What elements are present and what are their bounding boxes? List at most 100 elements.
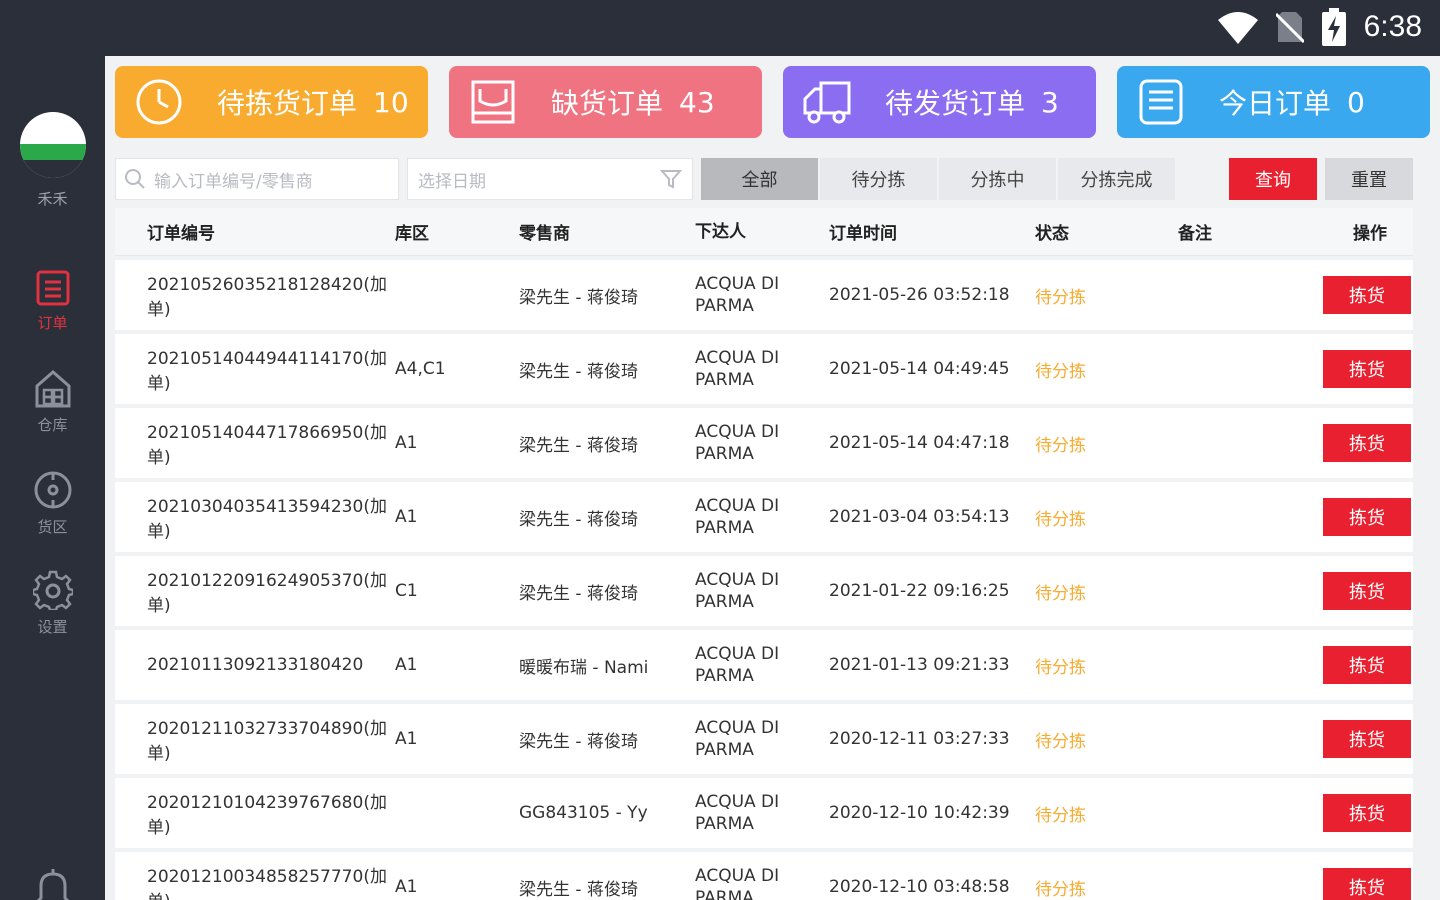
sidebar-item-label: 仓库 bbox=[37, 416, 68, 434]
table-row[interactable]: 20210514044944114170(加单) A4,C1 梁先生 - 蒋俊琦… bbox=[115, 334, 1413, 404]
sidebar-item-warehouse[interactable]: 仓库 bbox=[0, 368, 105, 435]
order-status: 待分拣 bbox=[1035, 879, 1086, 900]
card-pending-ship[interactable]: 待发货订单 3 bbox=[783, 66, 1096, 138]
tab-pending[interactable]: 待分拣 bbox=[820, 158, 937, 200]
card-count: 0 bbox=[1347, 85, 1365, 119]
tab-done[interactable]: 分拣完成 bbox=[1058, 158, 1175, 200]
table-row[interactable]: 20210514044717866950(加单) A1 梁先生 - 蒋俊琦 AC… bbox=[115, 408, 1413, 478]
table-header: 订单编号 库区 零售商 下达人 订单时间 状态 备注 操作 bbox=[115, 208, 1413, 256]
order-id: 20201210034858257770(加单) bbox=[147, 867, 387, 900]
truck-icon bbox=[803, 81, 851, 124]
table-row[interactable]: 20210304035413594230(加单) A1 梁先生 - 蒋俊琦 AC… bbox=[115, 482, 1413, 552]
header-order-id: 订单编号 bbox=[147, 224, 215, 244]
order-id: 20201210104239767680(加单) bbox=[147, 793, 387, 838]
order-id: 20210514044944114170(加单) bbox=[147, 349, 387, 394]
search-icon bbox=[125, 169, 145, 189]
order-id: 20210514044717866950(加单) bbox=[147, 423, 387, 468]
tab-picking[interactable]: 分拣中 bbox=[939, 158, 1056, 200]
order-issuer: ACQUA DI PARMA bbox=[695, 570, 780, 612]
table-row[interactable]: 20210113092133180420 A1 暖暖布瑞 - Nami ACQU… bbox=[115, 630, 1413, 700]
order-issuer: ACQUA DI PARMA bbox=[695, 422, 780, 464]
order-list-icon bbox=[36, 270, 69, 306]
pick-button[interactable]: 拣货 bbox=[1323, 868, 1411, 900]
order-retailer: 梁先生 - 蒋俊琦 bbox=[519, 361, 638, 382]
area-icon bbox=[34, 471, 71, 509]
header-status: 状态 bbox=[1035, 224, 1069, 244]
status-bar: 6:38 bbox=[0, 0, 1440, 56]
order-time: 2020-12-10 10:42:39 bbox=[829, 803, 1010, 823]
order-zone: A1 bbox=[395, 433, 418, 453]
table-row[interactable]: 20201210104239767680(加单) GG843105 - Yy A… bbox=[115, 778, 1413, 848]
order-id: 20210122091624905370(加单) bbox=[147, 571, 387, 616]
pick-button[interactable]: 拣货 bbox=[1323, 276, 1411, 314]
bell-icon[interactable] bbox=[33, 868, 73, 900]
gear-icon bbox=[32, 570, 73, 610]
header-note: 备注 bbox=[1178, 224, 1212, 244]
reset-button[interactable]: 重置 bbox=[1325, 158, 1413, 200]
table-row[interactable]: 20201210034858257770(加单) A1 梁先生 - 蒋俊琦 AC… bbox=[115, 852, 1413, 900]
tab-all[interactable]: 全部 bbox=[701, 158, 818, 200]
pick-button[interactable]: 拣货 bbox=[1323, 350, 1411, 388]
pick-button[interactable]: 拣货 bbox=[1323, 794, 1411, 832]
order-action-cell: 拣货 bbox=[1298, 498, 1413, 536]
pick-button[interactable]: 拣货 bbox=[1323, 572, 1411, 610]
warehouse-icon bbox=[35, 370, 70, 408]
sidebar-item-orders[interactable]: 订单 bbox=[0, 270, 105, 333]
order-action-cell: 拣货 bbox=[1298, 868, 1413, 900]
sidebar-item-area[interactable]: 货区 bbox=[0, 470, 105, 537]
order-time: 2021-05-14 04:47:18 bbox=[829, 433, 1010, 453]
table-row[interactable]: 20210122091624905370(加单) C1 梁先生 - 蒋俊琦 AC… bbox=[115, 556, 1413, 626]
sidebar-item-label: 货区 bbox=[37, 518, 68, 536]
order-time: 2021-05-26 03:52:18 bbox=[829, 285, 1010, 305]
pick-button[interactable]: 拣货 bbox=[1323, 498, 1411, 536]
query-button[interactable]: 查询 bbox=[1229, 158, 1317, 200]
status-tabs: 全部 待分拣 分拣中 分拣完成 bbox=[701, 158, 1175, 200]
pick-button[interactable]: 拣货 bbox=[1323, 720, 1411, 758]
order-zone: A1 bbox=[395, 729, 418, 749]
search-placeholder: 输入订单编号/零售商 bbox=[154, 171, 313, 192]
order-id: 20210526035218128420(加单) bbox=[147, 275, 387, 320]
table-row[interactable]: 20201211032733704890(加单) A1 梁先生 - 蒋俊琦 AC… bbox=[115, 704, 1413, 774]
order-issuer: ACQUA DI PARMA bbox=[695, 866, 780, 900]
order-id: 20210304035413594230(加单) bbox=[147, 497, 387, 542]
card-today-orders[interactable]: 今日订单 0 bbox=[1117, 66, 1430, 138]
order-status: 待分拣 bbox=[1035, 731, 1086, 752]
order-retailer: 梁先生 - 蒋俊琦 bbox=[519, 583, 638, 604]
pick-button[interactable]: 拣货 bbox=[1323, 646, 1411, 684]
order-status: 待分拣 bbox=[1035, 657, 1086, 678]
order-issuer: ACQUA DI PARMA bbox=[695, 274, 780, 316]
order-zone: A1 bbox=[395, 507, 418, 527]
order-action-cell: 拣货 bbox=[1298, 646, 1413, 684]
order-retailer: 暖暖布瑞 - Nami bbox=[519, 657, 649, 678]
order-time: 2020-12-11 03:27:33 bbox=[829, 729, 1010, 749]
order-zone: A4,C1 bbox=[395, 359, 446, 379]
card-out-of-stock[interactable]: 缺货订单 43 bbox=[449, 66, 762, 138]
header-retailer: 零售商 bbox=[519, 224, 570, 244]
order-zone: C1 bbox=[395, 581, 418, 601]
header-issuer: 下达人 bbox=[695, 221, 746, 242]
order-retailer: 梁先生 - 蒋俊琦 bbox=[519, 509, 638, 530]
no-sim-icon bbox=[1275, 12, 1304, 44]
sidebar-item-settings[interactable]: 设置 bbox=[0, 570, 105, 637]
card-pending-pick[interactable]: 待拣货订单 10 bbox=[115, 66, 428, 138]
document-icon bbox=[1139, 79, 1183, 125]
search-input[interactable]: 输入订单编号/零售商 bbox=[115, 158, 399, 200]
avatar[interactable] bbox=[20, 112, 86, 178]
inbox-icon bbox=[471, 80, 515, 124]
order-zone: A1 bbox=[395, 877, 418, 897]
card-count: 10 bbox=[373, 85, 409, 119]
order-action-cell: 拣货 bbox=[1298, 276, 1413, 314]
filter-icon bbox=[660, 170, 682, 189]
order-id: 20210113092133180420 bbox=[147, 655, 364, 675]
header-zone: 库区 bbox=[395, 224, 429, 244]
clock-icon bbox=[136, 79, 182, 125]
date-picker[interactable]: 选择日期 bbox=[407, 158, 693, 200]
sidebar-item-label: 订单 bbox=[37, 314, 68, 332]
order-status: 待分拣 bbox=[1035, 435, 1086, 456]
card-label: 缺货订单 bbox=[551, 87, 664, 120]
wifi-icon bbox=[1217, 12, 1258, 44]
sidebar: 禾禾 订单 仓库 货区 设置 bbox=[0, 56, 105, 900]
table-row[interactable]: 20210526035218128420(加单) 梁先生 - 蒋俊琦 ACQUA… bbox=[115, 260, 1413, 330]
pick-button[interactable]: 拣货 bbox=[1323, 424, 1411, 462]
order-issuer: ACQUA DI PARMA bbox=[695, 496, 780, 538]
